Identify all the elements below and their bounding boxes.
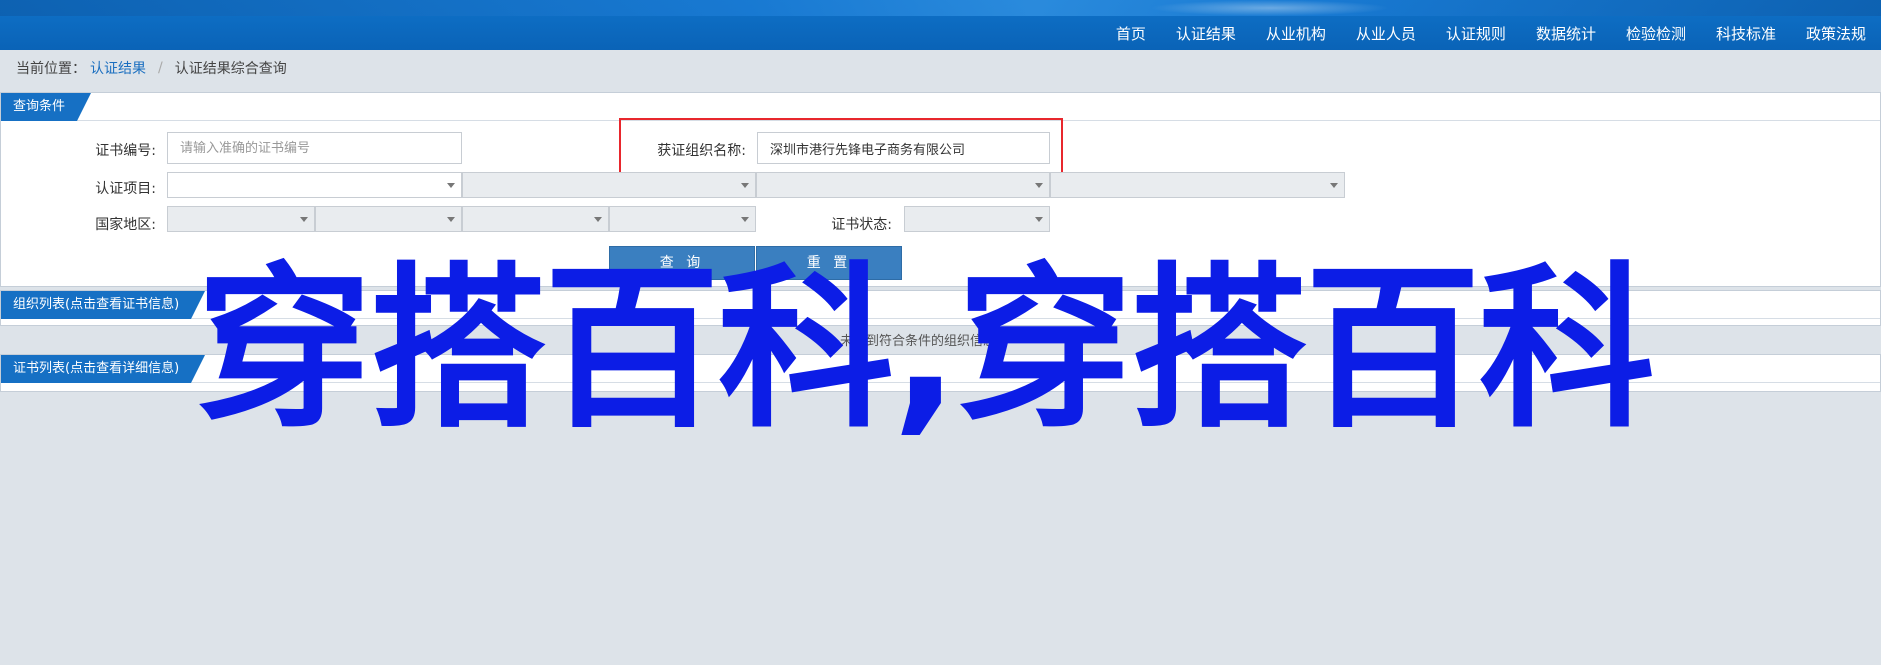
nav-item-inspection[interactable]: 检验检测 bbox=[1611, 23, 1701, 44]
chevron-down-icon bbox=[741, 217, 749, 222]
region-select-1[interactable] bbox=[167, 206, 315, 232]
chevron-down-icon bbox=[1035, 183, 1043, 188]
banner-strip bbox=[0, 0, 1881, 16]
org-list-panel-title: 组织列表(点击查看证书信息) bbox=[1, 291, 206, 319]
breadcrumb-current: 认证结果综合查询 bbox=[174, 61, 287, 77]
chevron-down-icon bbox=[447, 183, 455, 188]
breadcrumb-prefix: 当前位置： bbox=[16, 61, 86, 77]
cert-status-select[interactable] bbox=[904, 206, 1050, 232]
cert-project-label: 认证项目: bbox=[95, 181, 156, 197]
nav-item-cert-rules[interactable]: 认证规则 bbox=[1431, 23, 1521, 44]
region-select-3[interactable] bbox=[462, 206, 609, 232]
cert-no-label: 证书编号: bbox=[95, 143, 156, 159]
chevron-down-icon bbox=[1330, 183, 1338, 188]
nav-item-standards[interactable]: 科技标准 bbox=[1701, 23, 1791, 44]
cert-project-select-1[interactable] bbox=[167, 172, 462, 198]
banner-decoration bbox=[1150, 0, 1390, 16]
cert-project-select-2[interactable] bbox=[462, 172, 756, 198]
cert-no-input[interactable] bbox=[167, 132, 462, 164]
region-select-2[interactable] bbox=[315, 206, 462, 232]
main-nav: 首页 认证结果 从业机构 从业人员 认证规则 数据统计 检验检测 科技标准 政策… bbox=[1101, 16, 1881, 50]
breadcrumb: 当前位置： 认证结果 / 认证结果综合查询 bbox=[16, 58, 287, 78]
cert-list-panel-title: 证书列表(点击查看详细信息) bbox=[1, 355, 206, 383]
highlight-box bbox=[619, 118, 1063, 175]
chevron-down-icon bbox=[741, 183, 749, 188]
chevron-down-icon bbox=[447, 217, 455, 222]
region-label: 国家地区: bbox=[95, 217, 156, 233]
region-select-4[interactable] bbox=[609, 206, 756, 232]
nav-item-home[interactable]: 首页 bbox=[1101, 23, 1161, 44]
chevron-down-icon bbox=[1035, 217, 1043, 222]
nav-item-policies[interactable]: 政策法规 bbox=[1791, 23, 1881, 44]
chevron-down-icon bbox=[300, 217, 308, 222]
breadcrumb-separator: / bbox=[158, 60, 163, 76]
breadcrumb-link-cert-results[interactable]: 认证结果 bbox=[90, 58, 146, 78]
chevron-down-icon bbox=[594, 217, 602, 222]
nav-item-cert-results[interactable]: 认证结果 bbox=[1161, 23, 1251, 44]
nav-item-statistics[interactable]: 数据统计 bbox=[1521, 23, 1611, 44]
cert-project-select-3[interactable] bbox=[756, 172, 1050, 198]
nav-item-institutions[interactable]: 从业机构 bbox=[1251, 23, 1341, 44]
nav-item-personnel[interactable]: 从业人员 bbox=[1341, 23, 1431, 44]
top-banner: 首页 认证结果 从业机构 从业人员 认证规则 数据统计 检验检测 科技标准 政策… bbox=[0, 0, 1881, 50]
query-panel-header: 查询条件 bbox=[1, 93, 1880, 121]
cert-status-label: 证书状态: bbox=[831, 217, 892, 233]
cert-project-select-4[interactable] bbox=[1050, 172, 1345, 198]
query-panel-title: 查询条件 bbox=[1, 93, 92, 121]
watermark-text: 穿搭百科,穿搭百科 bbox=[196, 247, 1655, 452]
